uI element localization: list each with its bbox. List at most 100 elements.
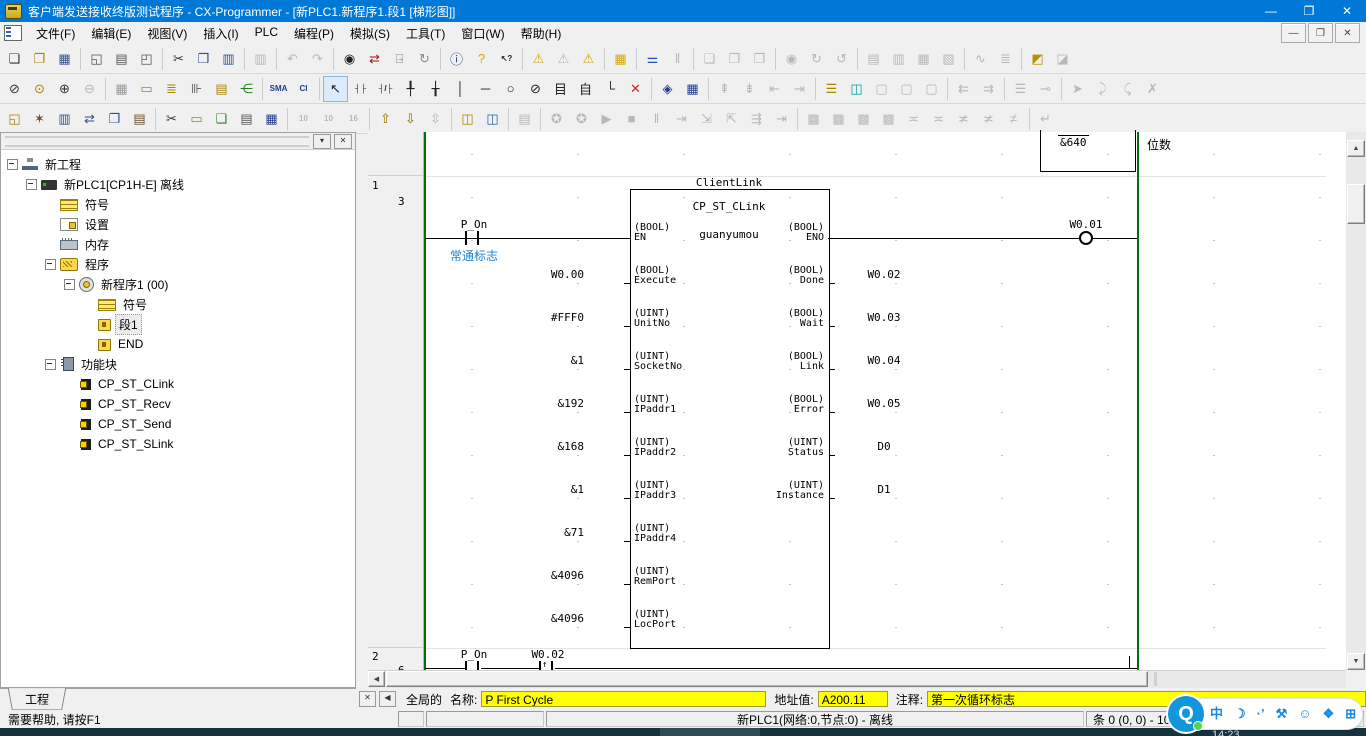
toolbar-button-undo[interactable]: ↶ [280,46,305,72]
panel-grip[interactable] [5,136,309,147]
rung2-contact1-label[interactable]: P_On [454,648,494,661]
toolbar-button-horizontal-line[interactable]: ─ [473,76,498,102]
toolbar-button-monitor-all[interactable]: ✪ [569,106,594,132]
fb-output-pin[interactable]: (BOOL) Wait [724,309,824,329]
toolbar-button-pause-simulation[interactable]: ‖ [644,106,669,132]
menu-item[interactable]: 帮助(H) [513,22,570,45]
toolbar-button-change-all[interactable]: ↻ [412,46,437,72]
tree-item-task[interactable]: 新程序1 (00) [1,274,355,294]
toolbar-button-memory-view[interactable]: ▦ [259,106,284,132]
toolbar-button-monitor-signed-decimal[interactable]: 10 [316,106,341,132]
toolbar-button-new-contact[interactable]: ┤├ [348,76,373,102]
toolbar-button-context-help[interactable]: ↖? [494,46,519,72]
fb-output-operand[interactable]: W0.05 [849,397,919,410]
toolbar-button-edit-down[interactable]: ⇟ [737,76,762,102]
toolbar-button-online-edit-begin[interactable]: ◉ [779,46,804,72]
toolbar-button-io-comment-view[interactable]: ❏ [209,106,234,132]
rung2-contact2-label[interactable]: W0.02 [528,648,568,661]
vscroll-thumb[interactable] [1347,184,1365,224]
tree-item-fb[interactable]: CP_ST_CLink [1,374,355,394]
toolbar-button-address-list[interactable]: ▤ [209,76,234,102]
ime-icon[interactable]: ☽ [1234,700,1246,728]
toolbar-button-fb-library[interactable]: ◈ [655,76,680,102]
toolbar-button-view-watch-window[interactable]: ▥ [52,106,77,132]
toolbar-button-pause-monitor[interactable]: ‖ [665,46,690,72]
toolbar-button-online-edit-save[interactable]: ▦ [608,46,633,72]
toolbar-button-continuous-step[interactable]: ⇶ [744,106,769,132]
tree-item-section[interactable]: END [1,334,355,354]
toolbar-button-set-password[interactable]: ◩ [1025,46,1050,72]
toolbar-button-monitor-window-1[interactable]: ▤ [861,46,886,72]
symbol-address-field[interactable]: A200.11 [818,691,888,707]
project-tab[interactable]: 工程 [8,688,67,710]
toolbar-button-view-cross-reference[interactable]: ⇄ [77,106,102,132]
toolbar-button-view-local-window[interactable]: ❐ [102,106,127,132]
menu-item[interactable]: PLC [247,22,286,45]
toolbar-button-comment-edit[interactable]: ▭ [134,76,159,102]
toolbar-button-diff-set-2[interactable]: ≍ [926,106,951,132]
fb-output-operand[interactable]: D0 [849,440,919,453]
toolbar-button-toggle-grid[interactable]: ▦ [109,76,134,102]
ime-logo-icon[interactable]: Q [1168,696,1204,732]
toolbar-button-scan-run[interactable]: ⇥ [769,106,794,132]
fb-input-operand[interactable]: &4096 [464,569,584,582]
tree-item-symbols[interactable]: 符号 [1,294,355,314]
fb-input-pin[interactable]: (UINT) RemPort [634,567,676,587]
tree-item-symbols[interactable]: 符号 [1,194,355,214]
toolbar-button-edit-left[interactable]: ⇤ [762,76,787,102]
toolbar-button-diff-set-4[interactable]: ≭ [976,106,1001,132]
toolbar-button-break-window-2[interactable]: ▩ [826,106,851,132]
toolbar-button-select-mode[interactable]: ↖ [323,76,348,102]
toolbar-button-print[interactable]: ▤ [109,46,134,72]
toolbar-button-view-project-window[interactable]: ◱ [2,106,27,132]
toolbar-button-find-error[interactable]: ⚠ [576,46,601,72]
toolbar-button-io-connector[interactable]: ⊪ [184,76,209,102]
toolbar-button-compare-with-plc[interactable]: ⇳ [423,106,448,132]
toolbar-button-paste[interactable]: ▥ [216,46,241,72]
tree-item-fb[interactable]: CP_ST_Recv [1,394,355,414]
fb-output-pin[interactable]: (BOOL) Error [724,395,824,415]
pane-splitter[interactable] [1154,672,1157,686]
toolbar-button-water-level[interactable]: ⚌ [640,46,665,72]
toolbar-button-vertical-line[interactable]: │ [448,76,473,102]
toolbar-button-view-properties[interactable]: ▤ [127,106,152,132]
toolbar-button-new-coil[interactable]: ○ [498,76,523,102]
tree-item-memory[interactable]: 内存 [1,234,355,254]
toolbar-button-program-check-warn[interactable]: ⚠ [526,46,551,72]
toolbar-button-diff-monitor[interactable]: ∿ [968,46,993,72]
toolbar-button-show-ci[interactable]: CI [291,76,316,102]
toolbar-button-zoom-fit[interactable]: ⊘ [2,76,27,102]
tree-item-section[interactable]: 段1 [1,314,355,334]
fb-output-pin[interactable]: (BOOL) Done [724,266,824,286]
infobar-close-button[interactable]: ✕ [359,691,376,707]
tree-expand-toggle[interactable] [45,359,56,370]
output-coil[interactable] [1079,231,1093,245]
fb-type-name[interactable]: CP_ST_CLink [630,200,828,213]
toolbar-button-list-top[interactable]: ☰ [1008,76,1033,102]
toolbar-button-break-window-4[interactable]: ▩ [876,106,901,132]
toolbar-button-print-preview[interactable]: ◰ [134,46,159,72]
toolbar-button-step-run[interactable]: ⇥ [669,106,694,132]
menu-item[interactable]: 窗口(W) [453,22,512,45]
toolbar-button-monitor-decimal[interactable]: 10 [291,106,316,132]
toolbar-button-transfer-file[interactable]: ❐ [722,46,747,72]
toolbar-button-address-reference-tool[interactable]: ▭ [184,106,209,132]
toolbar-button-break-window-1[interactable]: ▩ [801,106,826,132]
fb-output-operand[interactable]: D1 [849,483,919,496]
menu-item[interactable]: 模拟(S) [342,22,398,45]
toolbar-button-new-project[interactable]: ❏ [2,46,27,72]
scroll-up-button[interactable]: ▲ [1347,140,1365,157]
toolbar-button-edit-up[interactable]: ⇞ [712,76,737,102]
fb-output-pin[interactable]: (BOOL) Link [724,352,824,372]
fb-output-operand[interactable]: W0.02 [849,268,919,281]
toolbar-button-monitor-window-3[interactable]: ▦ [911,46,936,72]
mdi-minimize-button[interactable]: — [1281,23,1306,43]
ime-icon[interactable]: ⚒ [1276,700,1288,728]
toolbar-button-window-view-3[interactable]: ▢ [919,76,944,102]
toolbar-button-copy[interactable]: ❒ [191,46,216,72]
rung-comment[interactable]: 位数 [1147,136,1171,153]
taskbar-app-button[interactable] [660,728,760,736]
toolbar-button-delete-line[interactable]: ✕ [623,76,648,102]
tree-expand-toggle[interactable] [7,159,18,170]
toolbar-button-run-simulation[interactable]: ▶ [594,106,619,132]
